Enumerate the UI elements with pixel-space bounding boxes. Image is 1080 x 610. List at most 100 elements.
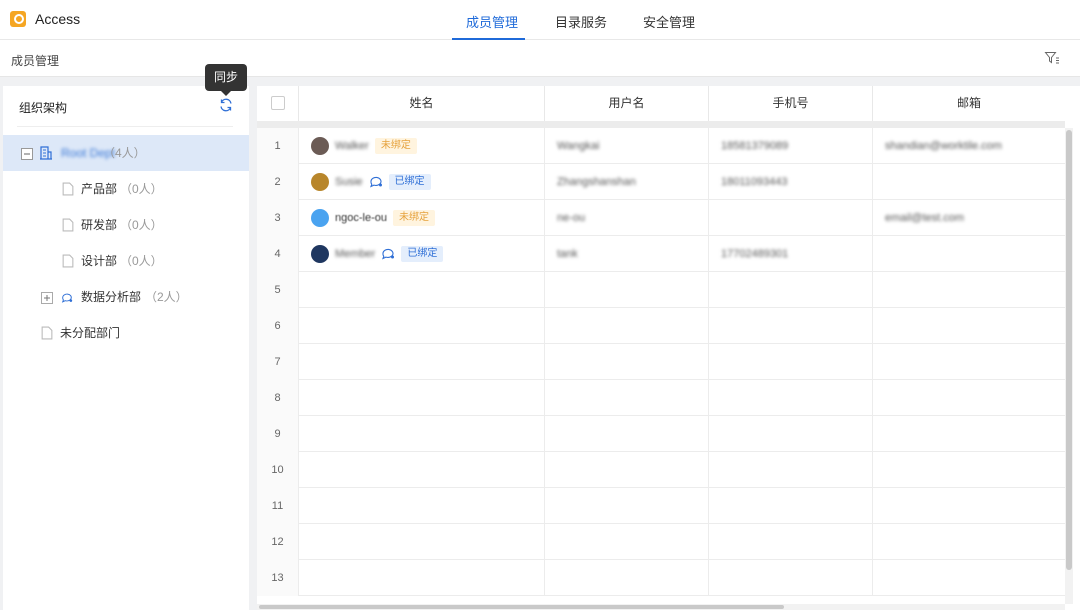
cell-name	[299, 308, 545, 344]
member-name[interactable]: Walker	[335, 140, 369, 152]
tree-item-root[interactable]: Root Dept （4人）	[3, 135, 249, 171]
expand-icon[interactable]	[41, 291, 53, 305]
username-value: tank	[557, 248, 578, 260]
tree-item-label: 设计部	[81, 243, 117, 279]
avatar	[311, 245, 329, 263]
row-number: 1	[257, 128, 299, 164]
table-row[interactable]: 10	[257, 452, 1065, 488]
cell-name: ngoc-le-ou未绑定	[299, 200, 545, 236]
tab-members[interactable]: 成员管理	[466, 12, 518, 31]
username-value: ne-ou	[557, 212, 585, 224]
horizontal-scrollbar[interactable]	[257, 604, 1065, 610]
avatar	[311, 173, 329, 191]
tree-item-count: （0人）	[120, 171, 163, 207]
cell-email	[873, 272, 1065, 308]
tab-directory[interactable]: 目录服务	[555, 12, 607, 31]
row-number: 11	[257, 488, 299, 524]
cell-phone	[709, 272, 873, 308]
cell-name	[299, 416, 545, 452]
table-row[interactable]: 7	[257, 344, 1065, 380]
tree-item-label: 产品部	[81, 171, 117, 207]
tree-item-unassigned[interactable]: 未分配部门	[3, 315, 249, 351]
cell-name: Walker 未绑定	[299, 128, 545, 164]
cell-phone	[709, 452, 873, 488]
tree-item-rd[interactable]: 研发部 （0人）	[3, 207, 249, 243]
table-row[interactable]: 1Walker未绑定Wangkai18581379089shandian@wor…	[257, 128, 1065, 164]
table-row[interactable]: 2Susie已绑定Zhangshanshan18011093443	[257, 164, 1065, 200]
select-all-checkbox[interactable]	[271, 96, 285, 110]
member-name[interactable]: Susie	[335, 176, 363, 188]
vertical-scrollbar[interactable]	[1065, 128, 1073, 604]
cell-username	[545, 416, 709, 452]
phone-value: 18581379089	[721, 140, 788, 152]
table-row[interactable]: 3ngoc-le-ou未绑定 ne-ou email@test.com	[257, 200, 1065, 236]
column-header-phone[interactable]: 手机号	[709, 86, 873, 121]
tree-item-data-analysis[interactable]: 数据分析部 （2人）	[3, 279, 249, 315]
page-header: 成员管理	[0, 40, 1080, 77]
cell-name: Member 已绑定	[299, 236, 545, 272]
cell-username: Wangkai	[545, 128, 709, 164]
sync-icon[interactable]	[219, 98, 233, 112]
bind-status-badge: 已绑定	[389, 174, 431, 190]
breadcrumb: 成员管理	[11, 52, 59, 69]
tree-item-count: （0人）	[120, 207, 163, 243]
cell-phone	[709, 200, 873, 236]
cell-phone	[709, 308, 873, 344]
cell-name	[299, 272, 545, 308]
row-number: 10	[257, 452, 299, 488]
username-value: Zhangshanshan	[557, 176, 636, 188]
row-number: 2	[257, 164, 299, 200]
column-header-username[interactable]: 用户名	[545, 86, 709, 121]
tab-security[interactable]: 安全管理	[643, 12, 695, 31]
cell-username	[545, 344, 709, 380]
filter-icon[interactable]	[1044, 50, 1060, 66]
building-icon	[40, 146, 52, 160]
doc-icon	[62, 218, 74, 232]
table-row[interactable]: 5	[257, 272, 1065, 308]
member-name[interactable]: Member	[335, 248, 375, 260]
collapse-icon[interactable]	[21, 147, 33, 161]
cell-email	[873, 488, 1065, 524]
cell-phone	[709, 524, 873, 560]
cell-phone	[709, 488, 873, 524]
row-number: 7	[257, 344, 299, 380]
cell-email	[873, 308, 1065, 344]
table-row[interactable]: 12	[257, 524, 1065, 560]
cell-email	[873, 416, 1065, 452]
tree-item-label: 研发部	[81, 207, 117, 243]
member-name[interactable]: ngoc-le-ou	[335, 212, 387, 224]
cell-name	[299, 452, 545, 488]
header-spacer	[257, 121, 1065, 128]
tree-item-count: （0人）	[120, 243, 163, 279]
cell-username	[545, 380, 709, 416]
top-nav: Access 成员管理 目录服务 安全管理	[0, 0, 1080, 40]
sync-tooltip: 同步	[205, 64, 247, 91]
column-header-email[interactable]: 邮箱	[873, 86, 1065, 121]
app-title: Access	[35, 11, 80, 27]
phone-value: 17702489301	[721, 248, 788, 260]
cell-email	[873, 560, 1065, 596]
column-header-name[interactable]: 姓名	[299, 86, 545, 121]
tree-item-design[interactable]: 设计部 （0人）	[3, 243, 249, 279]
cell-name	[299, 488, 545, 524]
row-number: 8	[257, 380, 299, 416]
table-row[interactable]: 8	[257, 380, 1065, 416]
cell-username: Zhangshanshan	[545, 164, 709, 200]
org-tree-title: 组织架构	[19, 99, 67, 116]
table-row[interactable]: 11	[257, 488, 1065, 524]
bind-status-badge: 未绑定	[375, 138, 417, 154]
doc-icon	[41, 326, 53, 340]
tree-item-count: （2人）	[145, 279, 188, 315]
table-row[interactable]: 13	[257, 560, 1065, 596]
table-row[interactable]: 4Member已绑定tank17702489301	[257, 236, 1065, 272]
cell-phone	[709, 560, 873, 596]
table-row[interactable]: 9	[257, 416, 1065, 452]
doc-icon	[62, 182, 74, 196]
table-row[interactable]: 6	[257, 308, 1065, 344]
cell-email	[873, 380, 1065, 416]
cell-name	[299, 524, 545, 560]
row-number: 3	[257, 200, 299, 236]
cell-email: email@test.com	[873, 200, 1065, 236]
tree-item-product[interactable]: 产品部 （0人）	[3, 171, 249, 207]
bind-status-badge: 已绑定	[401, 246, 443, 262]
